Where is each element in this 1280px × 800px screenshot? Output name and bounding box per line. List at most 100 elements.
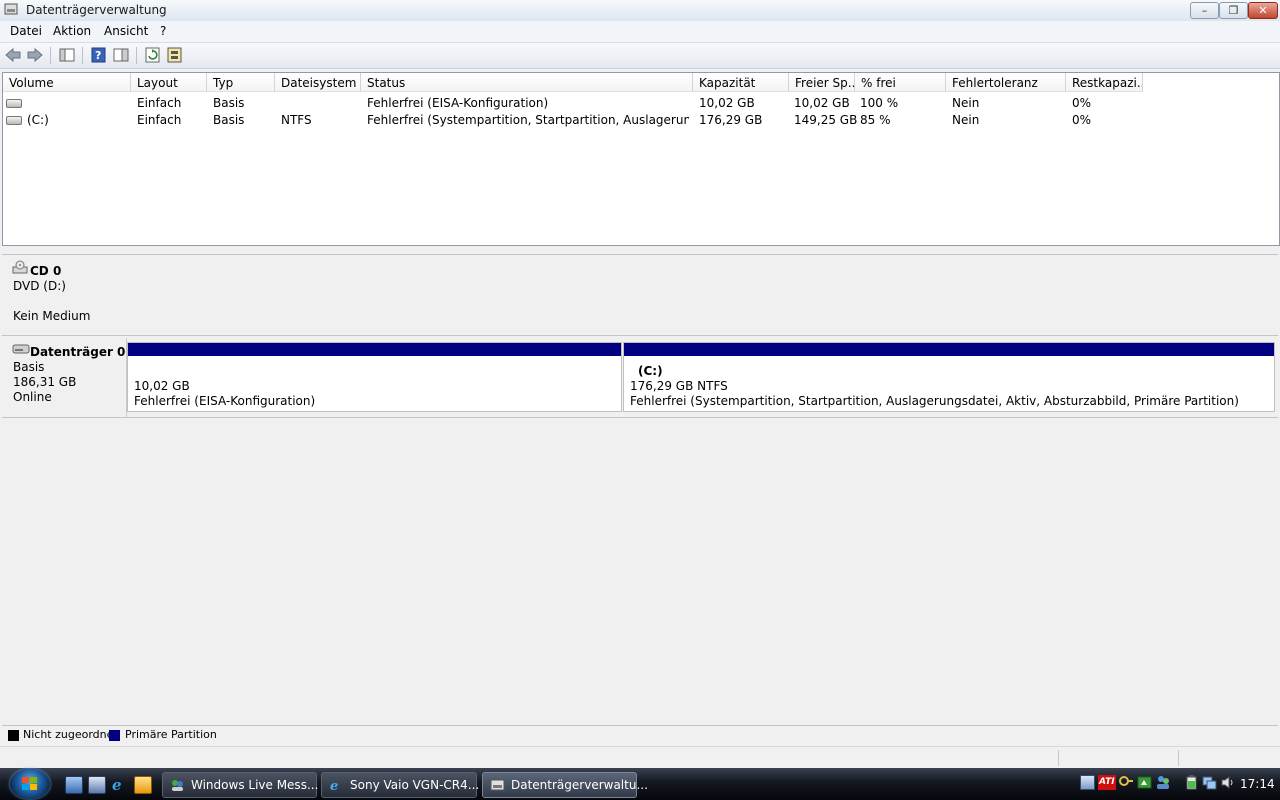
- menu-aktion[interactable]: Aktion: [53, 24, 91, 38]
- close-button[interactable]: ✕: [1248, 2, 1278, 19]
- column-header-fehlertoleranz[interactable]: Fehlertoleranz: [946, 73, 1066, 92]
- partition-status: Fehlerfrei (EISA-Konfiguration): [134, 394, 316, 408]
- cell-layout: Einfach: [137, 96, 182, 110]
- partition-bar: [128, 343, 621, 356]
- battery-icon[interactable]: [1184, 775, 1199, 790]
- disk0-name: Datenträger 0: [30, 345, 126, 359]
- disk-graphical-view: CD 0 DVD (D:) Kein Medium Datenträger 0 …: [2, 250, 1278, 744]
- disk0-type: Basis: [13, 360, 45, 374]
- divider: [2, 417, 1278, 418]
- status-separator: [1178, 750, 1179, 766]
- disk0-size: 186,31 GB: [13, 375, 77, 389]
- windows-logo-icon: [22, 777, 37, 790]
- clock[interactable]: 17:14: [1240, 777, 1275, 791]
- drive-icon: [6, 116, 22, 125]
- taskbar-button-label: Datenträgerverwaltu...: [511, 778, 648, 792]
- column-header-kapazitaet[interactable]: Kapazität: [693, 73, 789, 92]
- hard-disk-icon: [12, 344, 30, 354]
- cd-type: DVD (D:): [13, 279, 66, 293]
- svg-text:e: e: [330, 779, 338, 792]
- people-icon[interactable]: [1156, 775, 1171, 790]
- switch-windows-icon[interactable]: [88, 776, 106, 794]
- legend-label-unallocated: Nicht zugeordnet: [23, 728, 118, 741]
- divider: [2, 335, 1278, 336]
- cell-freier-speicher: 149,25 GB: [794, 113, 858, 127]
- media-player-icon[interactable]: [134, 776, 152, 794]
- ie-quicklaunch-icon[interactable]: e: [111, 776, 127, 794]
- cd-name: CD 0: [30, 264, 62, 278]
- taskbar-button-messenger[interactable]: Windows Live Mess...: [162, 772, 319, 798]
- svg-text:e: e: [112, 776, 122, 792]
- cell-kapazitaet: 10,02 GB: [699, 96, 755, 110]
- ati-icon[interactable]: ATI: [1098, 775, 1116, 790]
- ie-icon: e: [330, 779, 338, 792]
- cell-restkapazitaet: 0%: [1072, 113, 1092, 127]
- network-icon[interactable]: [1080, 775, 1095, 790]
- partition-c[interactable]: (C:) 176,29 GB NTFS Fehlerfrei (Systempa…: [623, 342, 1275, 412]
- wifi-icon[interactable]: [1137, 775, 1152, 790]
- column-header-typ[interactable]: Typ: [207, 73, 275, 92]
- disk0-header[interactable]: Datenträger 0 Basis 186,31 GB Online: [4, 338, 127, 418]
- drive-icon: [6, 99, 22, 108]
- volume-icon[interactable]: [1220, 775, 1235, 790]
- column-header-restkapazitaet[interactable]: Restkapazi...: [1066, 73, 1143, 92]
- toolbar-separator: [50, 47, 51, 64]
- taskbar-button-label: Sony Vaio VGN-CR4...: [350, 778, 480, 792]
- cell-volume: (C:): [27, 113, 49, 127]
- minimize-button[interactable]: –: [1190, 2, 1219, 19]
- maximize-button[interactable]: ❐: [1219, 2, 1248, 19]
- table-row[interactable]: Einfach Basis Fehlerfrei (EISA-Konfigura…: [3, 94, 1279, 111]
- column-header-dateisystem[interactable]: Dateisystem: [275, 73, 361, 92]
- cell-prozent-frei: 100 %: [860, 96, 899, 110]
- taskbar-button-disk-management[interactable]: Datenträgerverwaltu...: [482, 772, 648, 798]
- messenger-icon: [172, 780, 183, 791]
- partition-label: (C:): [638, 364, 663, 378]
- column-header-volume[interactable]: Volume: [3, 73, 131, 92]
- start-button[interactable]: [10, 769, 50, 799]
- taskbar-button-browser[interactable]: e Sony Vaio VGN-CR4...: [321, 772, 480, 798]
- ati-label: ATI: [1099, 777, 1115, 787]
- help-icon[interactable]: ?: [90, 47, 108, 63]
- cd-drive-icon: [12, 260, 28, 274]
- svg-text:?: ?: [95, 49, 101, 62]
- refresh-icon[interactable]: [144, 47, 162, 63]
- cell-status: Fehlerfrei (EISA-Konfiguration): [367, 96, 549, 110]
- column-header-status[interactable]: Status: [361, 73, 693, 92]
- properties-icon[interactable]: [112, 47, 130, 63]
- cell-prozent-frei: 85 %: [860, 113, 891, 127]
- window-title: Datenträgerverwaltung: [26, 3, 167, 17]
- disk-management-icon: [4, 3, 18, 15]
- back-arrow-icon[interactable]: [4, 47, 22, 63]
- legend: Nicht zugeordnet Primäre Partition: [2, 725, 1278, 746]
- disk-management-icon: [490, 779, 505, 791]
- forward-arrow-icon[interactable]: [26, 47, 44, 63]
- show-desktop-icon[interactable]: [65, 776, 83, 794]
- divider: [2, 254, 1278, 255]
- network-status-icon[interactable]: [1202, 775, 1217, 790]
- restore-icon: ❐: [1228, 4, 1239, 17]
- column-header-layout[interactable]: Layout: [131, 73, 207, 92]
- cell-typ: Basis: [213, 96, 245, 110]
- column-header-freier-speicher[interactable]: Freier Sp...: [789, 73, 855, 92]
- key-icon[interactable]: [1119, 775, 1134, 790]
- table-row[interactable]: (C:) Einfach Basis NTFS Fehlerfrei (Syst…: [3, 111, 1279, 128]
- cd-header[interactable]: CD 0 DVD (D:) Kein Medium: [4, 256, 127, 336]
- minimize-icon: –: [1201, 4, 1208, 17]
- column-header-prozent-frei[interactable]: % frei: [855, 73, 946, 92]
- menu-bar: Datei Aktion Ansicht ?: [0, 21, 1280, 43]
- menu-help[interactable]: ?: [160, 24, 166, 38]
- cell-freier-speicher: 10,02 GB: [794, 96, 850, 110]
- partition-size: 176,29 GB NTFS: [630, 379, 728, 393]
- taskbar: e Windows Live Mess... e Sony Vaio VGN-C…: [0, 768, 1280, 800]
- partition-status: Fehlerfrei (Systempartition, Startpartit…: [630, 394, 1239, 408]
- legend-swatch-primary: [109, 730, 120, 741]
- menu-datei[interactable]: Datei: [10, 24, 42, 38]
- menu-ansicht[interactable]: Ansicht: [104, 24, 148, 38]
- cell-layout: Einfach: [137, 113, 182, 127]
- console-tree-icon[interactable]: [58, 47, 76, 63]
- partition-eisa[interactable]: 10,02 GB Fehlerfrei (EISA-Konfiguration): [127, 342, 622, 412]
- cell-kapazitaet: 176,29 GB: [699, 113, 763, 127]
- rescan-disks-icon[interactable]: [166, 47, 184, 63]
- cell-fehlertoleranz: Nein: [952, 113, 980, 127]
- taskbar-button-label: Windows Live Mess...: [191, 778, 319, 792]
